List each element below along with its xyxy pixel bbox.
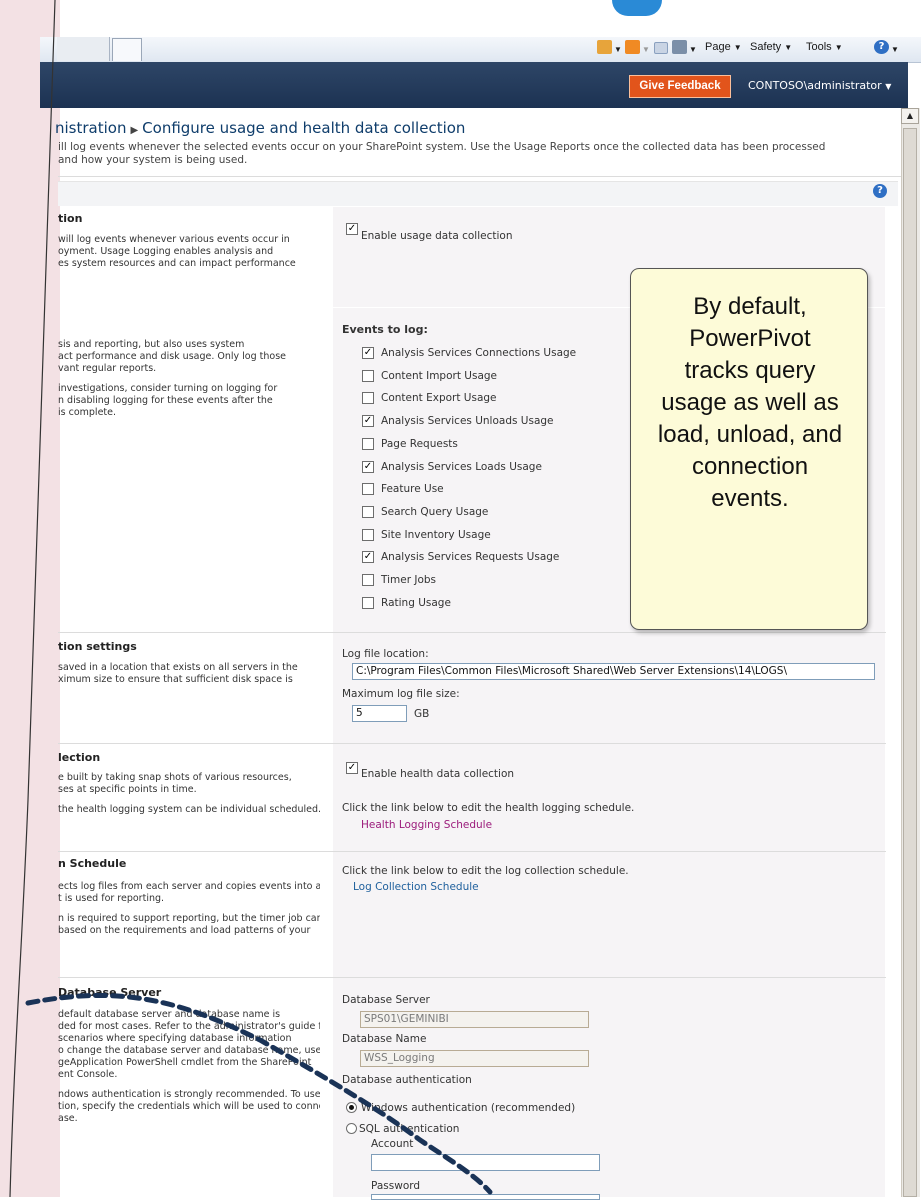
annotation-overlay — [9, 0, 493, 1197]
page-curl-edge — [9, 0, 56, 1197]
dashed-pointer-line — [25, 993, 493, 1195]
